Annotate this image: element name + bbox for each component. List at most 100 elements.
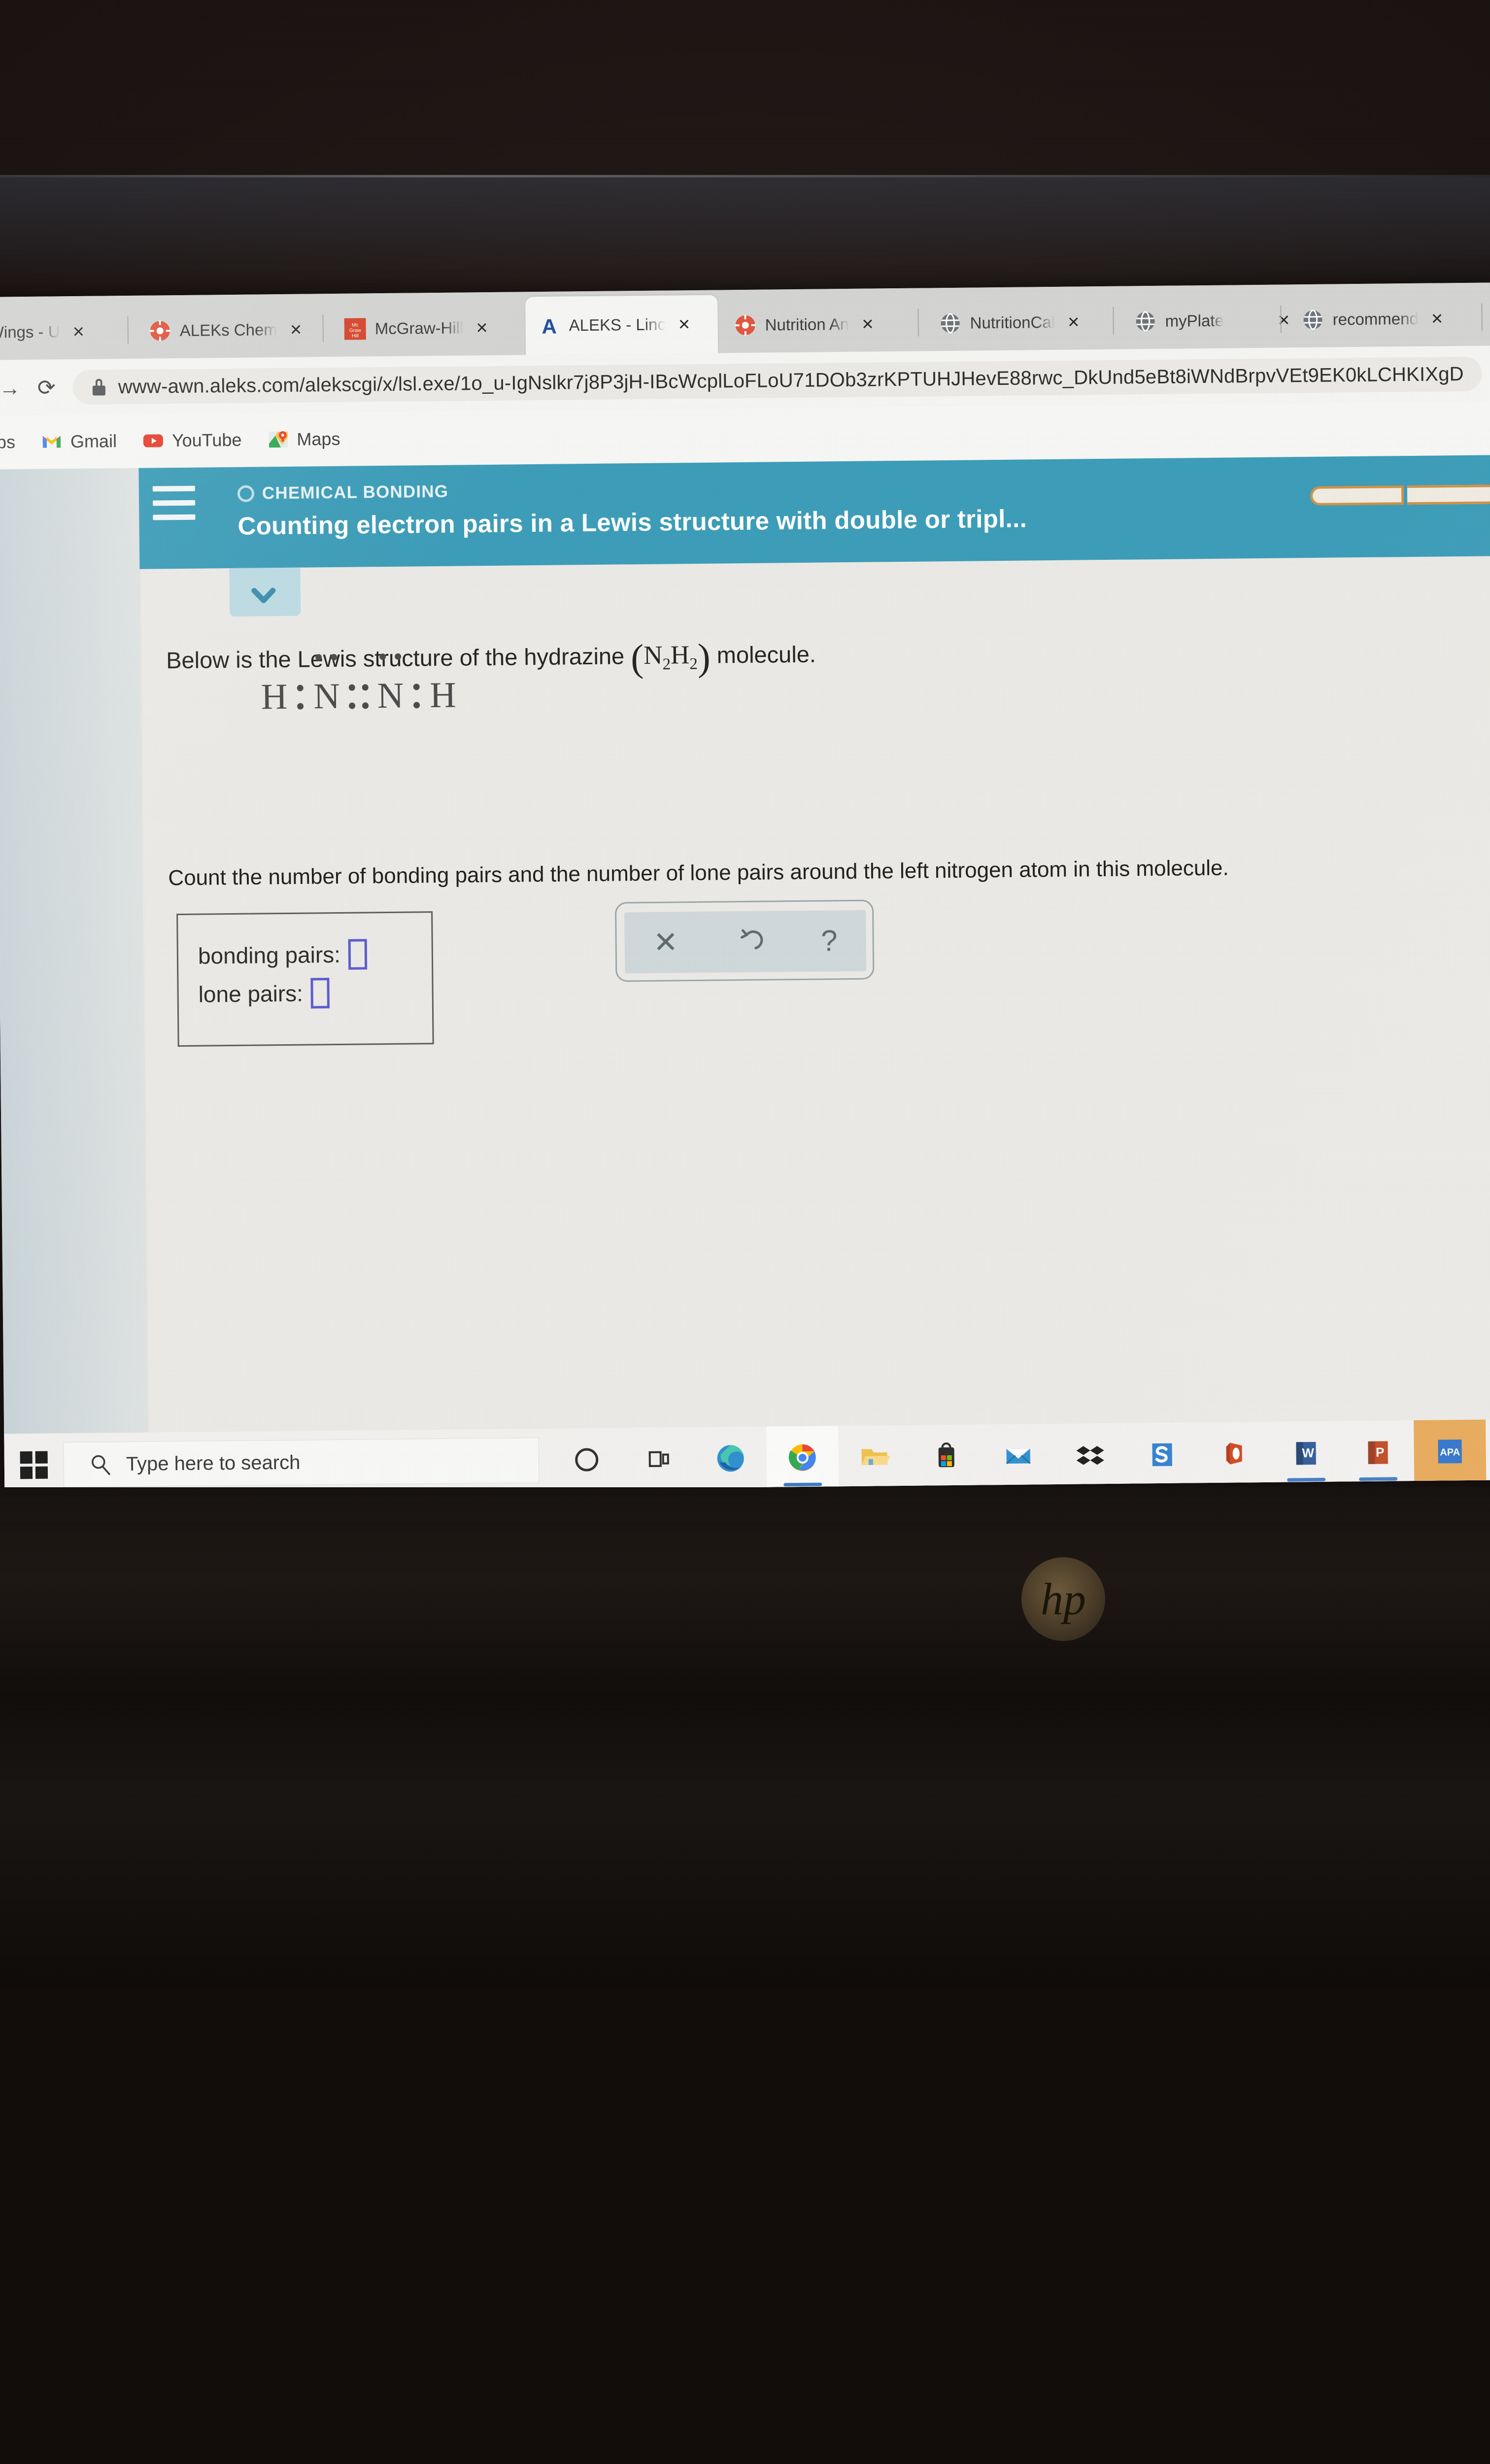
globe-icon: [1302, 309, 1323, 331]
start-button[interactable]: [4, 1451, 64, 1479]
undo-icon[interactable]: [735, 927, 764, 957]
bond-pair-h-n-left: [289, 684, 311, 709]
cortana-icon[interactable]: [550, 1428, 623, 1491]
svg-text:A: A: [542, 315, 557, 337]
tab-close-icon[interactable]: ×: [862, 314, 874, 334]
browser-tab-label: myWings - U: [0, 322, 60, 342]
progress-pill-2: [1407, 484, 1490, 505]
progress-pill-1: [1310, 485, 1404, 506]
bond-pair-n-h-right: [406, 684, 428, 708]
skype-icon[interactable]: [1126, 1422, 1198, 1486]
bonding-pairs-row: bonding pairs:: [198, 939, 368, 971]
lone-pair-n-right: [379, 653, 401, 660]
bookmark-youtube[interactable]: YouTube: [130, 429, 255, 452]
tab-separator: [917, 309, 919, 337]
formula-close-paren: ): [697, 636, 711, 679]
bookmark-apps[interactable]: Apps: [0, 432, 28, 453]
taskbar-search-placeholder: Type here to search: [126, 1451, 301, 1475]
lone-pair-n-left: [315, 654, 337, 660]
answer-tool-palette: ✕ ?: [615, 900, 875, 982]
bookmark-label: Gmail: [70, 431, 117, 452]
dropbox-icon[interactable]: [1054, 1423, 1126, 1487]
maps-icon: [267, 429, 289, 450]
lewis-structure-diagram: H N N: [259, 675, 458, 719]
question-intro-after: molecule.: [710, 641, 816, 668]
aleks-icon: [734, 314, 756, 336]
collapse-toggle[interactable]: [229, 568, 301, 616]
forward-arrow-icon[interactable]: →: [0, 377, 21, 399]
bookmark-maps[interactable]: Maps: [254, 428, 353, 451]
bookmark-label: Maps: [297, 429, 340, 450]
reload-icon[interactable]: ⟳: [37, 377, 56, 399]
tab-close-icon[interactable]: ×: [290, 320, 302, 340]
microsoft-store-icon[interactable]: [910, 1424, 982, 1488]
gmail-icon: [41, 431, 63, 452]
globe-icon: [1134, 310, 1156, 332]
svg-text:W: W: [1302, 1445, 1314, 1460]
tab-separator: [322, 314, 324, 342]
bezel-sheen: [0, 177, 1490, 291]
tab-close-icon[interactable]: ×: [72, 322, 84, 342]
word-icon[interactable]: W: [1270, 1421, 1342, 1484]
browser-tab-2[interactable]: Mc Graw Hill McGraw-Hill ×: [331, 300, 519, 357]
laptop-screen: myWings - U × ALEKs Chem × Mc: [0, 282, 1490, 1494]
browser-tab-label: myPlate: [1165, 311, 1224, 331]
chevron-down-icon: [249, 582, 278, 611]
aleks-page: CHEMICAL BONDING Counting electron pairs…: [138, 455, 1490, 1494]
chrome-icon[interactable]: [766, 1426, 839, 1489]
powerpoint-icon[interactable]: P: [1342, 1420, 1414, 1484]
hamburger-menu-icon[interactable]: [150, 484, 199, 522]
laptop-photo: myWings - U × ALEKs Chem × Mc: [0, 0, 1490, 1987]
double-bond-n-n: [342, 684, 375, 709]
apa-app-icon[interactable]: APA: [1414, 1420, 1486, 1483]
lock-icon: [93, 378, 105, 395]
tab-close-icon[interactable]: ×: [1068, 312, 1080, 332]
svg-text:APA: APA: [1440, 1447, 1460, 1458]
edge-icon[interactable]: [694, 1427, 767, 1490]
lone-pairs-input[interactable]: [311, 978, 330, 1008]
aleks-icon: [149, 320, 171, 342]
task-view-icon[interactable]: [622, 1427, 695, 1491]
formula-open-paren: (: [631, 636, 644, 679]
browser-tab-1[interactable]: ALEKs Chem ×: [136, 302, 314, 358]
answer-entry-box: bonding pairs: lone pairs:: [176, 911, 434, 1047]
browser-tab-4[interactable]: Nutrition An ×: [721, 296, 914, 353]
url-text: www-awn.aleks.com/alekscgi/x/lsl.exe/1o_…: [118, 363, 1464, 398]
browser-tab-label: ALEKS - Linc: [569, 315, 666, 335]
tab-close-icon[interactable]: ×: [678, 314, 690, 334]
tab-close-icon[interactable]: ×: [476, 318, 488, 338]
aleks-header: CHEMICAL BONDING Counting electron pairs…: [138, 455, 1490, 569]
lone-pairs-label: lone pairs:: [198, 980, 303, 1008]
browser-tab-3-active[interactable]: A ALEKS - Linc ×: [525, 295, 718, 355]
browser-tab-label: ALEKs Chem: [180, 320, 277, 340]
browser-tab-0[interactable]: myWings - U ×: [0, 304, 117, 360]
address-bar[interactable]: www-awn.aleks.com/alekscgi/x/lsl.exe/1o_…: [73, 357, 1483, 405]
molecular-formula: N2H2: [643, 641, 698, 670]
browser-tab-5[interactable]: NutritionCal ×: [926, 294, 1119, 351]
bonding-pairs-input[interactable]: [348, 939, 368, 969]
help-icon[interactable]: ?: [821, 926, 838, 956]
topic-label-group: CHEMICAL BONDING: [237, 482, 449, 504]
progress-indicator: [1310, 484, 1490, 506]
page-left-gutter: [0, 468, 151, 1495]
bookmark-gmail[interactable]: Gmail: [28, 430, 130, 453]
tab-close-icon[interactable]: ×: [1431, 308, 1443, 328]
globe-icon: [939, 312, 961, 334]
laptop-base: ⎈: [0, 1487, 1490, 1987]
clear-icon[interactable]: ✕: [653, 927, 678, 957]
tab-close-icon[interactable]: ×: [1278, 310, 1290, 330]
mcgrawhill-icon: Mc Graw Hill: [344, 318, 366, 340]
lewis-atom-n-right: N: [375, 675, 406, 718]
browser-tab-7[interactable]: recommend ×: [1289, 291, 1487, 348]
bookmark-label: Apps: [0, 432, 15, 453]
svg-text:P: P: [1376, 1445, 1385, 1460]
svg-text:Mc: Mc: [352, 323, 358, 328]
browser-tab-label: NutritionCal: [970, 313, 1055, 333]
browser-tab-label: McGraw-Hill: [375, 318, 464, 338]
office-icon[interactable]: [1198, 1422, 1270, 1485]
tab-separator: [127, 316, 129, 344]
file-explorer-icon[interactable]: [838, 1425, 911, 1489]
taskbar-search-box[interactable]: Type here to search: [63, 1437, 539, 1487]
mail-icon[interactable]: [982, 1424, 1054, 1487]
browser-tab-label: recommend: [1332, 309, 1419, 329]
